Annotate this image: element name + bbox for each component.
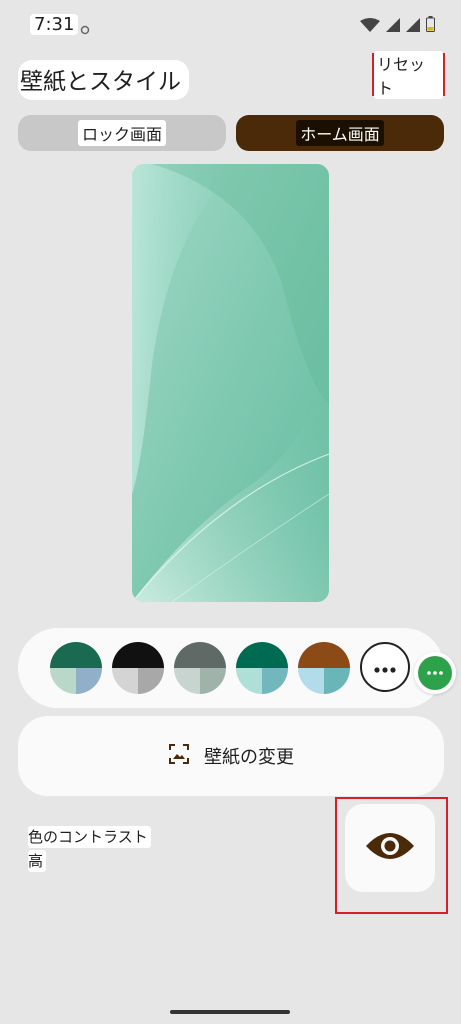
tab-lock-screen-label: ロック画面 (77, 120, 166, 146)
more-horiz-icon (374, 658, 396, 677)
swatch-segment (138, 668, 164, 694)
swatch-segment (50, 668, 76, 694)
battery-icon (426, 16, 435, 36)
swatch-segment (174, 642, 226, 668)
tab-home-screen-label: ホーム画面 (296, 120, 384, 146)
change-wallpaper-button[interactable]: 壁紙の変更 (18, 716, 444, 796)
swatch-segment (236, 642, 288, 668)
swatch-segment (76, 668, 102, 694)
reset-button[interactable]: リセット (372, 50, 445, 99)
swatch-segment (324, 668, 350, 694)
swatch-segment (236, 668, 262, 694)
status-icons (360, 16, 435, 36)
navigation-handle[interactable] (170, 1010, 290, 1014)
contrast-button[interactable] (345, 804, 435, 892)
wifi-icon (360, 17, 380, 36)
swatch-segment (262, 668, 288, 694)
swatch-segment (112, 642, 164, 668)
more-horiz-icon (418, 656, 452, 690)
wallpaper-preview[interactable] (132, 164, 329, 602)
color-swatch[interactable] (112, 642, 164, 694)
color-swatch[interactable] (236, 642, 288, 694)
swatch-segment (298, 668, 324, 694)
contrast-value: 高 (28, 850, 47, 872)
sync-icon (80, 20, 90, 35)
eye-icon (365, 830, 415, 866)
wallpaper-icon (168, 743, 190, 769)
swatch-segment (298, 642, 350, 668)
floating-menu-button[interactable] (414, 652, 456, 694)
signal-icon (386, 17, 400, 36)
swatch-segment (50, 642, 102, 668)
color-swatch[interactable] (174, 642, 226, 694)
more-colors-button[interactable] (360, 642, 410, 692)
color-swatch[interactable] (298, 642, 350, 694)
page-title: 壁紙とスタイル (18, 60, 189, 100)
tab-lock-screen[interactable]: ロック画面 (18, 115, 226, 151)
swatch-segment (112, 668, 138, 694)
color-swatch[interactable] (50, 642, 102, 694)
swatch-segment (174, 668, 200, 694)
change-wallpaper-label: 壁紙の変更 (204, 747, 294, 768)
contrast-title: 色のコントラスト (28, 826, 151, 848)
swatch-segment (200, 668, 226, 694)
status-time: 7:31 (30, 14, 79, 35)
tab-home-screen[interactable]: ホーム画面 (236, 115, 444, 151)
reset-button-label: リセット (374, 50, 443, 99)
signal-icon (406, 17, 420, 36)
